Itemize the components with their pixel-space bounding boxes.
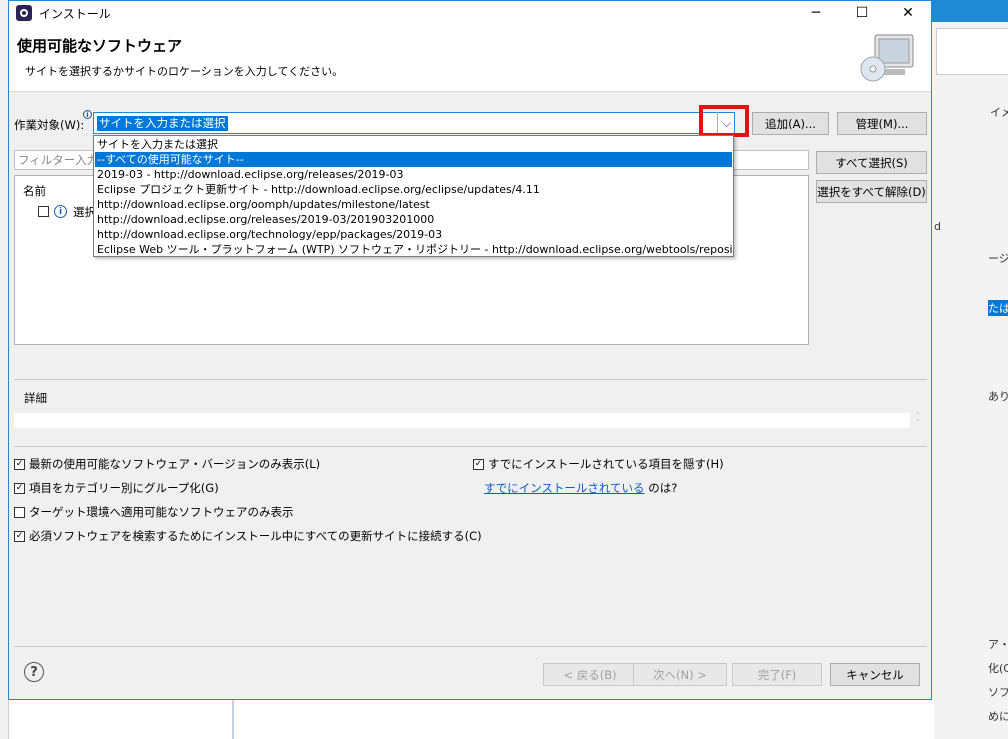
background-text: ソフト [988,686,1008,699]
manage-button[interactable]: 管理(M)... [837,112,927,135]
help-icon[interactable]: ? [24,662,44,682]
option-label: 最新の使用可能なソフトウェア・バージョンのみ表示(L) [29,457,321,471]
footer-separator [14,646,927,647]
deselect-all-button[interactable]: 選択をすべて解除(D) [816,180,927,203]
separator [14,446,927,447]
checkbox-checked[interactable]: ✓ [14,530,25,542]
dropdown-item[interactable]: Eclipse プロジェクト更新サイト - http://download.ec… [95,182,732,197]
select-all-button[interactable]: すべて選択(S) [816,151,927,174]
add-button[interactable]: 追加(A)... [752,112,829,135]
work-with-combo[interactable]: サイトを入力または選択 [93,112,735,134]
separator [14,379,927,380]
maximize-button[interactable]: ☐ [839,1,885,25]
eclipse-icon [16,5,32,21]
background-text: ありま [988,390,1008,403]
option-label: 項目をカテゴリー別にグループ化(G) [29,481,219,495]
details-scrollbar[interactable]: ˄ ˅ [911,413,925,428]
page-title: 使用可能なソフトウェア [17,37,183,55]
tree-item-checkbox[interactable] [38,206,49,217]
option-hide-installed[interactable]: ✓ すでにインストールされている項目を隠す(H) [473,456,724,472]
dropdown-item[interactable]: サイトを入力または選択 [95,137,732,152]
checkbox-unchecked[interactable] [14,506,25,518]
next-button[interactable]: 次へ(N) > [633,663,727,686]
background-titlebar [932,0,1008,22]
background-text: たは [988,300,1008,316]
wizard-header: 使用可能なソフトウェア サイトを選択するかサイトのロケーションを入力してください… [9,25,931,92]
installed-items-link[interactable]: すでにインストールされている [484,481,645,495]
monitor-cd-icon [860,34,914,82]
dropdown-item[interactable]: http://download.eclipse.org/technology/e… [95,227,732,242]
back-button[interactable]: < 戻る(B) [543,663,637,686]
background-text: 化(G [988,662,1008,675]
background-text: めに [988,710,1008,723]
background-editor [232,700,934,739]
option-label: すでにインストールされている項目を隠す(H) [488,457,724,471]
option-label: ターゲット環境へ適用可能なソフトウェアのみ表示 [29,505,294,519]
site-dropdown-list[interactable]: サイトを入力または選択 --すべての使用可能なサイト-- 2019-03 - h… [93,135,734,257]
column-header-name[interactable]: 名前 [23,183,46,199]
option-label: 必須ソフトウェアを検索するためにインストール中にすべての更新サイトに接続する(C… [29,529,482,543]
dropdown-item-selected[interactable]: --すべての使用可能なサイト-- [95,152,732,167]
background-text: ア・パ [988,638,1008,651]
option-group-by-category[interactable]: ✓ 項目をカテゴリー別にグループ化(G) [14,480,219,496]
dropdown-item[interactable]: http://download.eclipse.org/oomph/update… [95,197,732,212]
info-icon: i [83,110,92,119]
dropdown-item[interactable]: 2019-03 - http://download.eclipse.org/re… [95,167,732,182]
installed-items-text: すでにインストールされている のは? [484,480,677,496]
checkbox-checked[interactable]: ✓ [14,482,25,494]
work-with-input[interactable]: サイトを入力または選択 [97,116,228,131]
background-text: イメ [990,106,1008,119]
highlight-annotation [699,105,749,137]
work-with-label: 作業対象(W): [14,118,85,132]
option-target-env-only[interactable]: ターゲット環境へ適用可能なソフトウェアのみ表示 [14,504,294,520]
install-dialog: インストール ─ ☐ ✕ 使用可能なソフトウェア サイトを選択するかサイトのロケ… [8,0,932,700]
installed-items-suffix: のは? [644,481,678,495]
checkbox-checked[interactable]: ✓ [14,458,25,470]
dropdown-item[interactable]: http://download.eclipse.org/releases/201… [95,212,732,227]
cancel-button[interactable]: キャンセル [830,663,920,686]
background-text: d [934,220,941,233]
option-contact-all-sites[interactable]: ✓ 必須ソフトウェアを検索するためにインストール中にすべての更新サイトに接続する… [14,528,482,544]
checkbox-checked[interactable]: ✓ [473,458,484,470]
close-button[interactable]: ✕ [885,1,931,25]
finish-button[interactable]: 完了(F) [732,663,822,686]
minimize-button[interactable]: ─ [793,1,839,25]
details-label: 詳細 [24,391,47,405]
option-latest-only[interactable]: ✓ 最新の使用可能なソフトウェア・バージョンのみ表示(L) [14,456,320,472]
title-bar: インストール ─ ☐ ✕ [9,1,931,25]
details-text [14,413,910,428]
background-panel [936,28,1008,75]
dropdown-item[interactable]: Eclipse Web ツール・プラットフォーム (WTP) ソフトウェア・リポ… [95,242,732,257]
page-description: サイトを選択するかサイトのロケーションを入力してください。 [25,65,344,78]
background-text: ージ [988,252,1008,265]
window-title: インストール [39,7,111,21]
info-icon: i [54,205,67,218]
